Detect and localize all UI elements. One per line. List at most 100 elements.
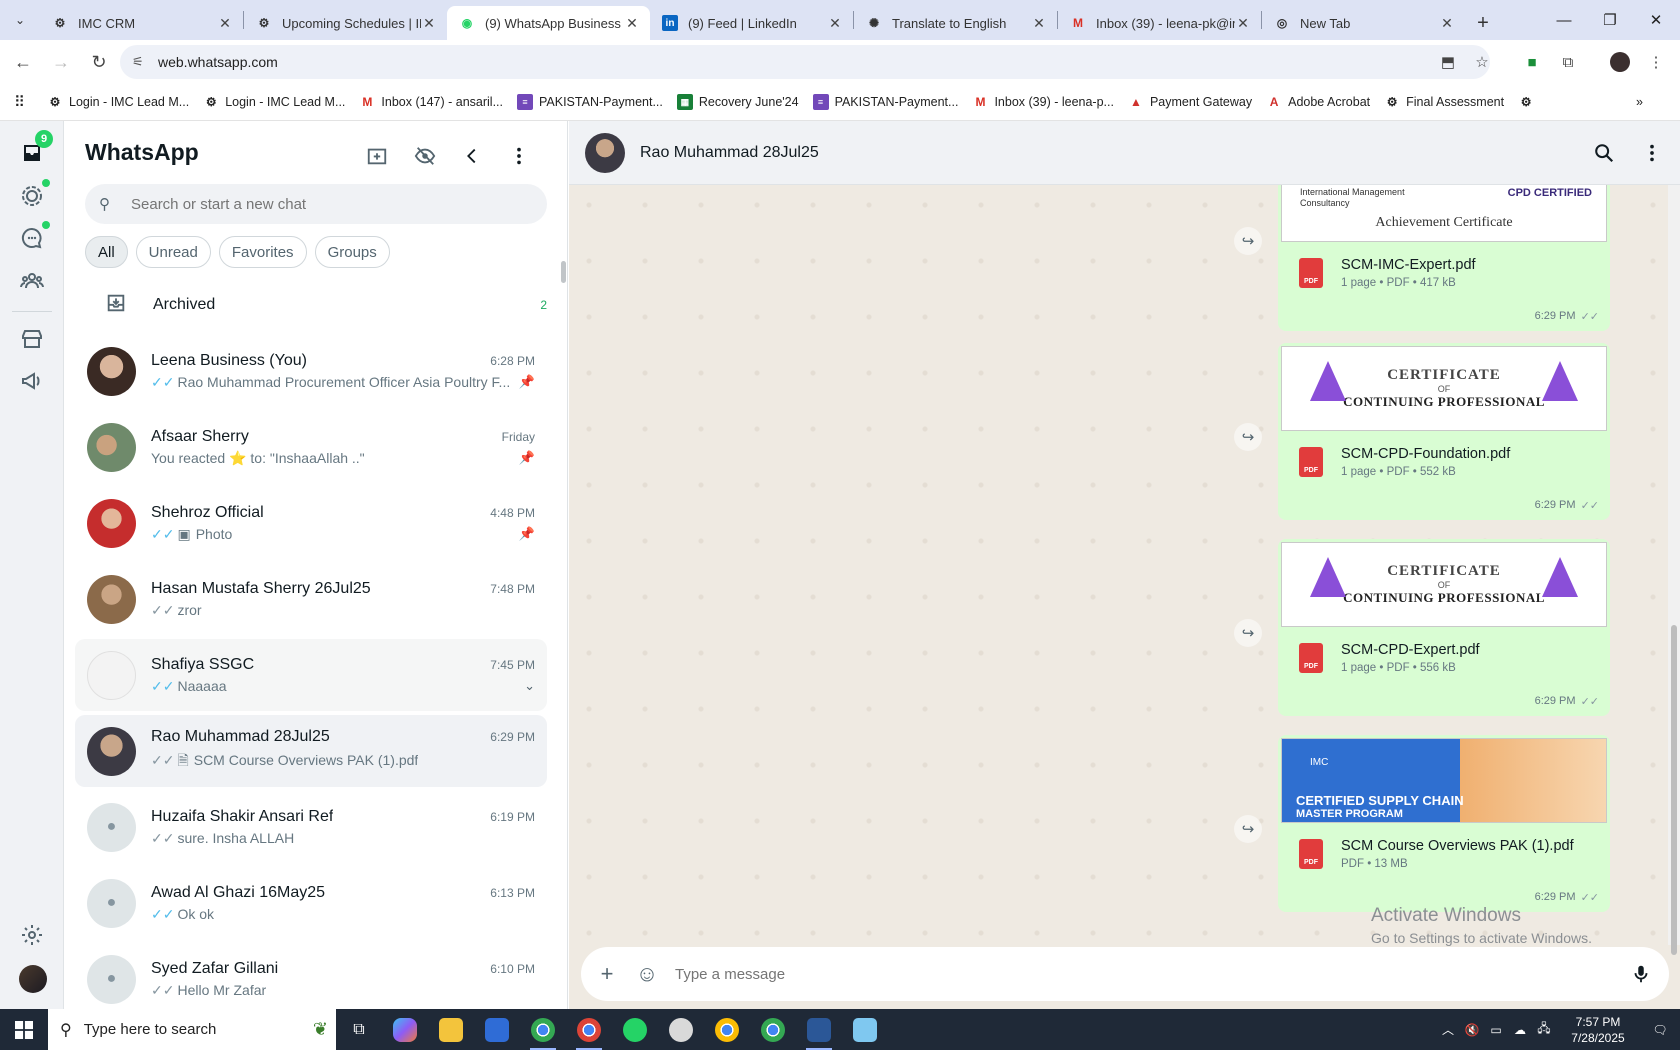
- minimize-window-icon[interactable]: —: [1541, 0, 1587, 40]
- bookmark-star-icon[interactable]: ☆: [1467, 47, 1497, 77]
- document-message[interactable]: CERTIFICATE OF CONTINUING PROFESSIONAL P…: [1278, 539, 1610, 716]
- tab-translate[interactable]: ✺ Translate to English ✕: [854, 6, 1057, 40]
- whatsapp-extension-icon[interactable]: ■: [1517, 47, 1547, 77]
- profile-avatar[interactable]: [19, 965, 47, 993]
- attach-plus-icon[interactable]: +: [587, 954, 627, 994]
- close-window-icon[interactable]: ✕: [1633, 0, 1679, 40]
- hide-eye-slash-icon[interactable]: [408, 139, 442, 173]
- bookmark-recovery-june[interactable]: ▦ Recovery June'24: [676, 94, 799, 110]
- close-tab-icon[interactable]: ✕: [217, 15, 233, 32]
- restore-window-icon[interactable]: ❐: [1587, 0, 1633, 40]
- chrome-taskbar-icon[interactable]: [750, 1009, 796, 1050]
- search-input[interactable]: [131, 195, 547, 213]
- forward-arrow-icon[interactable]: ↪: [1234, 815, 1262, 843]
- new-chat-icon[interactable]: [360, 139, 394, 173]
- tab-gmail-inbox[interactable]: M Inbox (39) - leena-pk@imc ✕: [1058, 6, 1261, 40]
- file-explorer-icon[interactable]: [428, 1009, 474, 1050]
- collapse-chevron-left-icon[interactable]: [455, 139, 489, 173]
- close-tab-icon[interactable]: ✕: [1439, 15, 1455, 32]
- extensions-puzzle-icon[interactable]: ⧉: [1553, 47, 1583, 77]
- tab-search-chevron-icon[interactable]: ⌄: [0, 0, 40, 40]
- tab-new-tab[interactable]: ◎ New Tab ✕: [1262, 6, 1465, 40]
- chrome-taskbar-icon[interactable]: [704, 1009, 750, 1050]
- bookmark-pakistan-payment-1[interactable]: ≡ PAKISTAN-Payment...: [517, 94, 663, 110]
- document-preview[interactable]: CERTIFICATE OF CONTINUING PROFESSIONAL: [1281, 346, 1607, 431]
- chat-list-scrollbar[interactable]: [561, 261, 566, 283]
- document-message[interactable]: IMC CERTIFIED SUPPLY CHAIN MASTER PROGRA…: [1278, 735, 1610, 912]
- bookmark-gear-extra[interactable]: ⚙: [1518, 94, 1540, 110]
- forward-arrow-icon[interactable]: →: [42, 43, 80, 81]
- notifications-icon[interactable]: 🗨: [1640, 1023, 1680, 1037]
- bookmark-inbox-ansari[interactable]: M Inbox (147) - ansaril...: [359, 94, 503, 110]
- conversation-header[interactable]: Rao Muhammad 28Jul25: [569, 121, 1680, 185]
- chat-row-hasan-mustafa[interactable]: Hasan Mustafa Sherry 26Jul25 7:48 PM ✓✓ zr…: [75, 563, 547, 635]
- document-file-row[interactable]: PDF SCM-IMC-Expert.pdf 1 page • PDF • 417…: [1281, 242, 1607, 304]
- tab-upcoming-schedules[interactable]: ⚙Upcoming Schedules | IMC✕: [244, 6, 447, 40]
- document-message[interactable]: CERTIFICATE OF CONTINUING PROFESSIONAL P…: [1278, 343, 1610, 520]
- site-settings-icon[interactable]: ⚟: [132, 54, 158, 70]
- taskbar-clock[interactable]: 7:57 PM 7/28/2025: [1556, 1014, 1640, 1046]
- document-message[interactable]: International Management Consultancy CPD…: [1278, 185, 1610, 331]
- notepad-icon[interactable]: [842, 1009, 888, 1050]
- contact-avatar[interactable]: [585, 132, 625, 173]
- bookmark-inbox-leena[interactable]: M Inbox (39) - leena-p...: [972, 94, 1114, 110]
- chat-row-shehroz-official[interactable]: Shehroz Official 4:48 PM ✓✓ ▣ Photo 📌: [75, 487, 547, 559]
- document-preview[interactable]: IMC CERTIFIED SUPPLY CHAIN MASTER PROGRA…: [1281, 738, 1607, 823]
- copilot-icon[interactable]: [382, 1009, 428, 1050]
- scrollbar-thumb[interactable]: [1671, 625, 1677, 955]
- close-tab-icon[interactable]: ✕: [421, 15, 437, 32]
- document-file-row[interactable]: PDF SCM-CPD-Expert.pdf 1 page • PDF • 556…: [1281, 627, 1607, 689]
- apps-grid-icon[interactable]: ⠿: [14, 93, 25, 111]
- bookmark-adobe-acrobat[interactable]: A Adobe Acrobat: [1266, 94, 1370, 110]
- search-bar[interactable]: ⚲: [85, 184, 547, 224]
- chat-row-afsaar-sherry[interactable]: Afsaar Sherry Friday You reacted ⭐ to: "I…: [75, 411, 547, 483]
- back-arrow-icon[interactable]: ←: [4, 43, 42, 81]
- bookmark-login-imc-2[interactable]: ⚙ Login - IMC Lead M...: [203, 94, 346, 110]
- settings-gear-icon[interactable]: [16, 919, 48, 951]
- task-view-icon[interactable]: ⧉: [336, 1009, 382, 1050]
- chat-row-shafiya-ssgc[interactable]: Shafiya SSGC 7:45 PM ✓✓ Naaaaa ⌄: [75, 639, 547, 711]
- menu-kebab-icon[interactable]: [502, 139, 536, 173]
- tab-linkedin[interactable]: in (9) Feed | LinkedIn ✕: [650, 6, 853, 40]
- omnibox[interactable]: ⚟ web.whatsapp.com: [120, 45, 1490, 79]
- onedrive-icon[interactable]: ☁: [1508, 1023, 1532, 1037]
- chat-row-huzaifa-shakir[interactable]: ● Huzaifa Shakir Ansari Ref 6:19 PM ✓✓ sur…: [75, 791, 547, 863]
- chat-row-leena-business[interactable]: Leena Business (You) 6:28 PM ✓✓ Rao Muhamm…: [75, 335, 547, 407]
- advertise-megaphone-icon[interactable]: [16, 365, 48, 397]
- filter-unread[interactable]: Unread: [135, 236, 211, 268]
- forward-arrow-icon[interactable]: ↪: [1234, 227, 1262, 255]
- forward-arrow-icon[interactable]: ↪: [1234, 619, 1262, 647]
- tab-whatsapp-business[interactable]: ◉ (9) WhatsApp Business ✕: [447, 6, 650, 40]
- filter-favorites[interactable]: Favorites: [218, 236, 307, 268]
- bookmark-payment-gateway[interactable]: ▲ Payment Gateway: [1128, 94, 1252, 110]
- tab-imc-crm[interactable]: ⚙ IMC CRM ✕: [40, 6, 243, 40]
- document-file-row[interactable]: PDF SCM-CPD-Foundation.pdf 1 page • PDF •…: [1281, 431, 1607, 493]
- forward-arrow-icon[interactable]: ↪: [1234, 423, 1262, 451]
- network-icon[interactable]: 🖧: [1532, 1019, 1556, 1040]
- profile-avatar-icon[interactable]: [1605, 47, 1635, 77]
- volume-muted-icon[interactable]: 🔇: [1460, 1023, 1484, 1037]
- conversation-scrollbar[interactable]: [1668, 185, 1680, 955]
- communities-icon[interactable]: [16, 265, 48, 297]
- windows-start-icon[interactable]: [0, 1009, 48, 1050]
- bookmarks-overflow-icon[interactable]: »: [1636, 95, 1643, 109]
- archived-row[interactable]: Archived 2: [75, 281, 557, 329]
- word-icon[interactable]: [796, 1009, 842, 1050]
- message-input[interactable]: [675, 965, 1615, 983]
- bookmark-login-imc-1[interactable]: ⚙ Login - IMC Lead M...: [47, 94, 190, 110]
- microphone-icon[interactable]: [1621, 954, 1661, 994]
- document-file-row[interactable]: PDF SCM Course Overviews PAK (1).pdf PDF …: [1281, 823, 1607, 885]
- tray-overflow-chevron-icon[interactable]: ︿: [1436, 1021, 1460, 1038]
- reload-icon[interactable]: ↻: [80, 43, 118, 81]
- catalog-store-icon[interactable]: [16, 323, 48, 355]
- chat-row-syed-zafar[interactable]: ● Syed Zafar Gillani 6:10 PM ✓✓ Hello Mr Z…: [75, 943, 547, 1009]
- close-tab-icon[interactable]: ✕: [1235, 15, 1251, 32]
- document-preview[interactable]: International Management Consultancy CPD…: [1281, 185, 1607, 242]
- chrome-taskbar-icon[interactable]: [520, 1009, 566, 1050]
- chat-row-rao-muhammad[interactable]: Rao Muhammad 28Jul25 6:29 PM ✓✓ 🗎 SCM Cours…: [75, 715, 547, 787]
- chat-row-awad-al-ghazi[interactable]: ● Awad Al Ghazi 16May25 6:13 PM ✓✓ Ok ok: [75, 867, 547, 939]
- new-tab-plus-icon[interactable]: +: [1465, 6, 1501, 40]
- chevron-down-icon[interactable]: ⌄: [524, 678, 535, 694]
- close-tab-icon[interactable]: ✕: [624, 15, 640, 32]
- sticker-emoji-icon[interactable]: ☺: [627, 954, 667, 994]
